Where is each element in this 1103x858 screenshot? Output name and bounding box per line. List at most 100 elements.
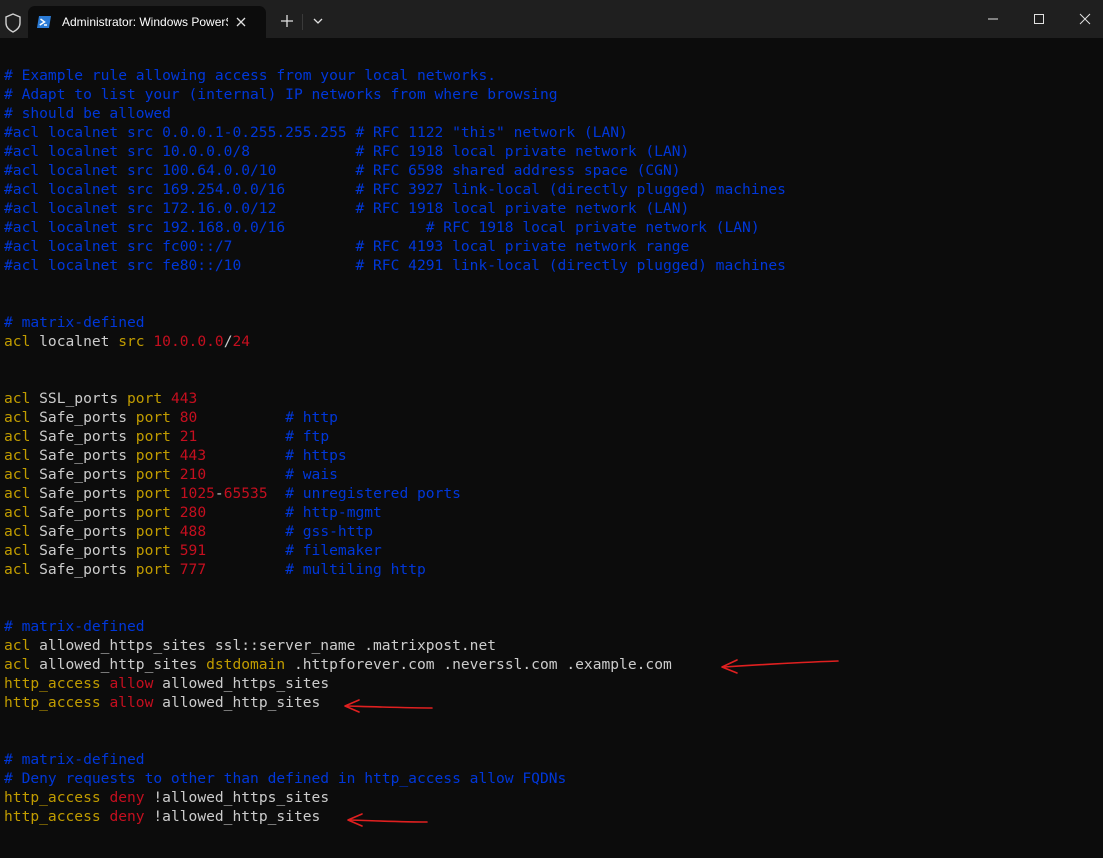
terminal-token: !allowed_http_sites — [144, 808, 321, 825]
terminal-token: allowed_http_sites — [30, 656, 207, 673]
title-bar: Administrator: Windows PowerShell — [0, 0, 1103, 38]
terminal-line: acl SSL_ports port 443 — [4, 389, 1099, 408]
terminal-token: #acl localnet src 192.168.0.0/16 # RFC 1… — [4, 219, 760, 236]
terminal-token: allowed_http_sites — [153, 694, 321, 711]
terminal-line: acl Safe_ports port 80 # http — [4, 408, 1099, 427]
terminal-token: 280 — [179, 504, 207, 521]
terminal-token: 1025 — [179, 485, 215, 502]
terminal-line: acl localnet src 10.0.0.0/24 — [4, 332, 1099, 351]
tab-title: Administrator: Windows PowerShell — [62, 15, 228, 29]
terminal-output[interactable]: # Example rule allowing access from your… — [4, 66, 1099, 854]
terminal-token: allowed_https_sites ssl::server_name .ma… — [30, 637, 497, 654]
terminal-token: 21 — [179, 428, 198, 445]
terminal-token: !allowed_https_sites — [144, 789, 330, 806]
terminal-token: # Example rule allowing access from your… — [4, 67, 497, 84]
terminal-token: port — [127, 390, 163, 407]
terminal-token: port — [135, 428, 171, 445]
terminal-token: #acl localnet src fe80::/10 # RFC 4291 l… — [4, 257, 786, 274]
terminal-token: deny — [109, 808, 145, 825]
terminal-token: # multiling http — [285, 561, 426, 578]
terminal-token: #acl localnet src 169.254.0.0/16 # RFC 3… — [4, 181, 786, 198]
terminal-token: src — [118, 333, 145, 350]
terminal-token: acl — [4, 390, 31, 407]
close-icon[interactable] — [234, 15, 248, 29]
terminal-line: #acl localnet src 10.0.0.0/8 # RFC 1918 … — [4, 142, 1099, 161]
terminal-token: acl — [4, 561, 31, 578]
terminal-token: acl — [4, 333, 31, 350]
minimize-button[interactable] — [970, 0, 1016, 38]
terminal-token: acl — [4, 523, 31, 540]
maximize-icon — [1034, 14, 1044, 24]
terminal-token: acl — [4, 428, 31, 445]
terminal-token: # unregistered ports — [285, 485, 461, 502]
terminal-line: http_access allow allowed_http_sites — [4, 693, 1099, 712]
terminal-token: #acl localnet src 0.0.0.1-0.255.255.255 … — [4, 124, 628, 141]
terminal-token: # matrix-defined — [4, 314, 145, 331]
terminal-token: Safe_ports — [30, 409, 136, 426]
terminal-token: port — [135, 447, 171, 464]
terminal-token: allow — [109, 694, 154, 711]
terminal-token: 443 — [170, 390, 198, 407]
terminal-line: # Deny requests to other than defined in… — [4, 769, 1099, 788]
terminal-token: Safe_ports — [30, 542, 136, 559]
terminal-token: acl — [4, 542, 31, 559]
terminal-token: # should be allowed — [4, 105, 171, 122]
terminal-token: http_access — [4, 789, 101, 806]
terminal-token: # matrix-defined — [4, 751, 145, 768]
terminal-line: acl Safe_ports port 777 # multiling http — [4, 560, 1099, 579]
shield-icon — [5, 13, 21, 33]
terminal-token: Safe_ports — [30, 523, 136, 540]
terminal-token: 488 — [179, 523, 207, 540]
terminal-token: acl — [4, 504, 31, 521]
close-window-button[interactable] — [1062, 0, 1103, 38]
close-window-icon — [1079, 13, 1091, 25]
terminal-token: port — [135, 485, 171, 502]
terminal-token: acl — [4, 485, 31, 502]
terminal-line: # should be allowed — [4, 104, 1099, 123]
terminal-line: #acl localnet src fc00::/7 # RFC 4193 lo… — [4, 237, 1099, 256]
terminal-line: # Example rule allowing access from your… — [4, 66, 1099, 85]
terminal-token: http_access — [4, 694, 101, 711]
terminal-token: port — [135, 523, 171, 540]
terminal-line: acl Safe_ports port 488 # gss-http — [4, 522, 1099, 541]
terminal-token: # https — [285, 447, 347, 464]
plus-icon[interactable] — [280, 14, 294, 28]
terminal-token: port — [135, 561, 171, 578]
chevron-down-icon[interactable] — [312, 16, 324, 26]
terminal-token: # http — [285, 409, 338, 426]
terminal-line: #acl localnet src 169.254.0.0/16 # RFC 3… — [4, 180, 1099, 199]
terminal-line: acl Safe_ports port 21 # ftp — [4, 427, 1099, 446]
terminal-token: Safe_ports — [30, 561, 136, 578]
tab-powershell[interactable]: Administrator: Windows PowerShell — [28, 6, 266, 38]
terminal-token: acl — [4, 466, 31, 483]
terminal-line: acl allowed_http_sites dstdomain .httpfo… — [4, 655, 1099, 674]
terminal-token: Safe_ports — [30, 485, 136, 502]
terminal-line: acl Safe_ports port 280 # http-mgmt — [4, 503, 1099, 522]
terminal-token: 10.0.0.0 — [153, 333, 224, 350]
maximize-button[interactable] — [1016, 0, 1062, 38]
terminal-token: # gss-http — [285, 523, 374, 540]
terminal-token: # Adapt to list your (internal) IP netwo… — [4, 86, 558, 103]
terminal-token: # wais — [285, 466, 338, 483]
terminal-token: http_access — [4, 808, 101, 825]
terminal-token: acl — [4, 637, 31, 654]
terminal-token: 443 — [179, 447, 207, 464]
terminal-line: #acl localnet src 192.168.0.0/16 # RFC 1… — [4, 218, 1099, 237]
